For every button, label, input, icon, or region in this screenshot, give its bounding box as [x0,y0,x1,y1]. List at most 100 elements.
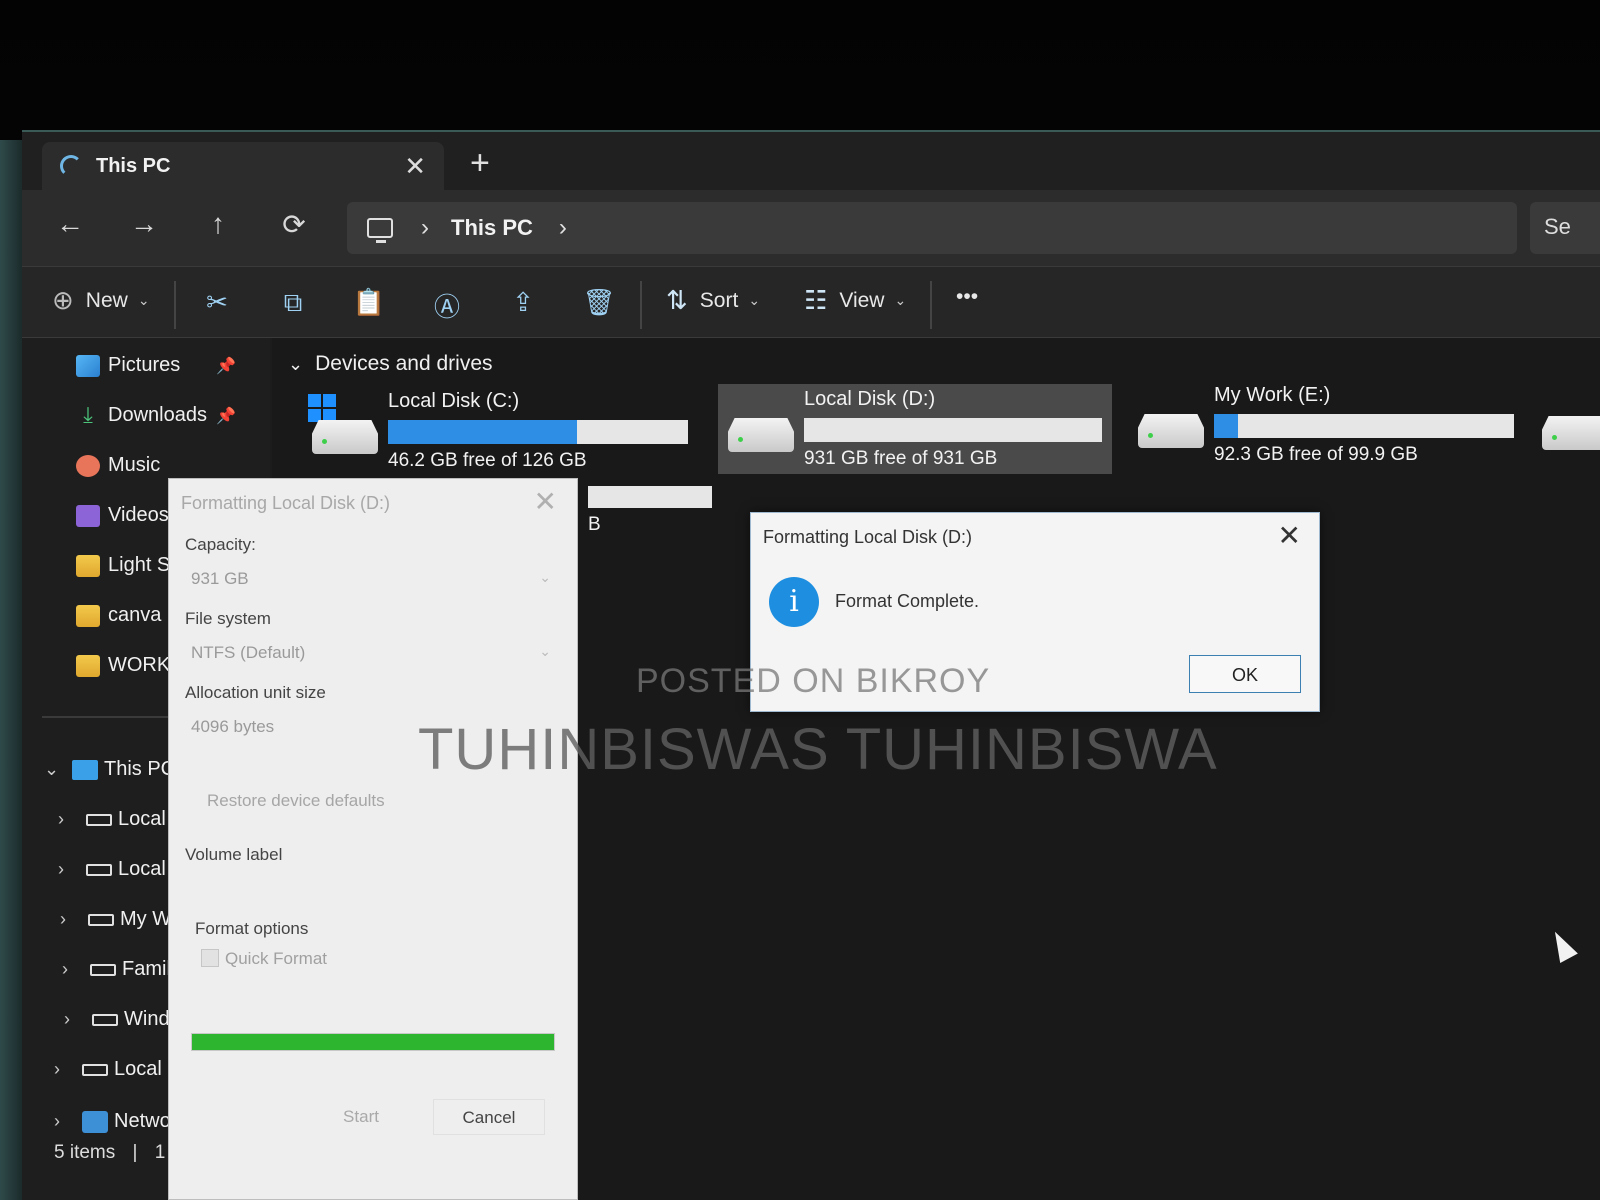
delete-icon[interactable]: 🗑 [582,287,616,321]
status-item-count: 5 items [54,1142,116,1163]
copy-icon[interactable]: ⧉ [276,287,310,321]
drive-free-space: 931 GB free of 931 GB [804,448,998,469]
new-tab-button[interactable]: + [470,144,490,183]
chevron-right-icon: › [60,909,66,929]
quick-format-label: Quick Format [225,949,328,968]
tree-item-family[interactable]: › Famil [62,958,171,981]
chevron-down-icon: ⌄ [539,569,551,585]
paste-icon[interactable]: 📋 [352,287,386,321]
quick-format-checkbox[interactable] [201,949,219,967]
restore-defaults-button[interactable]: Restore device defaults [207,791,385,811]
filesystem-label: File system [185,609,271,628]
drive-usage-bar [1214,414,1514,438]
divider [640,281,642,329]
tree-item-this-pc[interactable]: ⌄ This PC [44,758,175,781]
chevron-right-icon: › [64,1009,70,1029]
capacity-select[interactable]: 931 GB [191,569,249,589]
sidebar-item-work[interactable]: WORK [76,654,170,677]
title-bar: This PC ✕ + [22,132,1600,190]
drive-name: My Work (E:) [1214,384,1331,406]
sidebar-item-label: Music [108,454,161,476]
tree-item-label: Local [118,808,166,830]
drive-e[interactable]: My Work (E:) 92.3 GB free of 99.9 GB [1128,380,1528,470]
music-icon [76,454,100,477]
volume-label: Volume label [185,845,283,864]
filesystem-select[interactable]: NTFS (Default) [191,643,305,663]
loading-icon [60,155,82,177]
dialog-title: Formatting Local Disk (D:) [181,493,391,513]
pin-icon: 📌 [216,407,236,425]
sidebar-item-pictures[interactable]: Pictures 📌 [76,354,236,377]
sidebar-item-downloads[interactable]: ⤓ Downloads 📌 [76,401,236,427]
tree-item-local-c[interactable]: › Local [58,808,166,831]
sort-button[interactable]: ⇅ Sort ⌄ [666,285,760,316]
drive-name: Local Disk (C:) [388,390,520,412]
address-bar[interactable]: › This PC › [347,202,1517,254]
up-button[interactable]: ↑ [198,208,238,240]
drive-partial[interactable] [1534,382,1600,472]
sidebar-item-light-s[interactable]: Light S [76,554,170,577]
refresh-button[interactable]: ⟳ [274,208,314,241]
search-box[interactable]: Se [1530,202,1600,254]
view-button[interactable]: ☷ View ⌄ [804,285,906,316]
share-icon[interactable]: ⇪ [506,287,540,321]
sidebar-item-label: WORK [108,654,171,676]
tree-item-local-d[interactable]: › Local [58,858,166,881]
format-dialog: Formatting Local Disk (D:) ✕ Capacity: 9… [168,478,578,1200]
devices-section-header[interactable]: ⌄ Devices and drives [288,352,493,376]
view-icon: ☷ [804,285,828,315]
close-icon[interactable]: ✕ [534,485,557,518]
chevron-right-icon[interactable]: › [559,214,567,242]
ok-button[interactable]: OK [1189,655,1301,693]
computer-icon [72,759,98,780]
drive-d[interactable]: Local Disk (D:) 931 GB free of 931 GB [718,384,1112,474]
command-bar: ⊕ New ⌄ ✂ ⧉ 📋 Ⓐ ⇪ 🗑 ⇅ Sort ⌄ ☷ View ⌄ ••… [22,266,1600,338]
forward-button[interactable]: → [124,208,164,240]
sidebar-item-label: Light S [108,554,171,576]
chevron-down-icon: ⌄ [44,759,60,779]
folder-icon [76,654,100,677]
drive-c[interactable]: Local Disk (C:) 46.2 GB free of 126 GB [302,386,702,476]
breadcrumb-this-pc[interactable]: This PC [451,215,533,241]
download-icon: ⤓ [83,401,93,427]
dialog-title: Formatting Local Disk (D:) [763,527,973,547]
chevron-down-icon: ⌄ [137,292,150,308]
rename-icon[interactable]: Ⓐ [430,287,464,322]
allocation-select[interactable]: 4096 bytes [191,717,274,737]
navigation-bar: ← → ↑ ⟳ › This PC › Se [22,190,1600,266]
sidebar-item-videos[interactable]: Videos [76,504,169,527]
folder-icon [76,604,100,627]
cancel-button[interactable]: Cancel [433,1099,545,1135]
tree-item-local-disk[interactable]: › Local D [54,1058,182,1081]
sidebar-item-music[interactable]: Music [76,454,160,477]
drive-usage-bar [804,418,1102,442]
drive-icon [1138,414,1204,448]
tree-item-network[interactable]: › Netwo [54,1110,171,1133]
tree-item-label: My W [120,908,172,930]
tree-item-label: Famil [122,958,171,980]
tree-item-my-work[interactable]: › My W [60,908,171,931]
sidebar-item-canva[interactable]: canva [76,604,161,627]
tree-item-label: This PC [104,758,176,780]
format-progress-bar [191,1033,555,1051]
drive-usage-fill [1214,414,1238,438]
more-options-button[interactable]: ••• [956,285,978,309]
tree-item-label: Local [118,858,166,880]
close-tab-icon[interactable]: ✕ [404,151,426,182]
chevron-right-icon[interactable]: › [421,214,429,242]
close-icon[interactable]: ✕ [1278,519,1301,552]
back-button[interactable]: ← [50,208,90,240]
view-label: View [839,288,885,312]
new-button[interactable]: ⊕ New ⌄ [52,285,150,316]
desktop-edge [0,140,22,1200]
capacity-label: Capacity: [185,535,256,554]
cut-icon[interactable]: ✂ [200,287,234,321]
start-button[interactable]: Start [305,1099,417,1135]
divider [174,281,176,329]
section-title: Devices and drives [315,352,493,375]
drive-icon [86,813,112,826]
plus-circle-icon: ⊕ [52,285,74,315]
tab-this-pc[interactable]: This PC ✕ [42,142,444,190]
folder-icon [76,554,100,577]
tree-item-windows[interactable]: › Wind [64,1008,170,1031]
